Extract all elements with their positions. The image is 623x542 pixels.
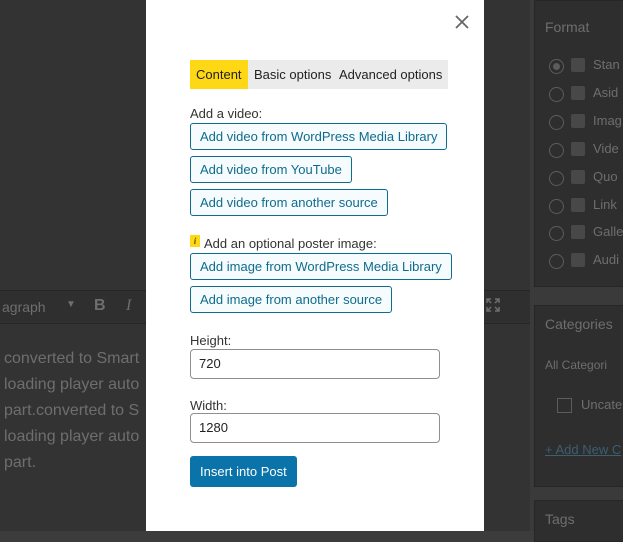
post-sidebar: Format Stan Asid Imag Vide Quo Link Gall… [530, 0, 623, 542]
insert-into-post-button[interactable]: Insert into Post [190, 456, 297, 487]
add-new-category-link: + Add New C [545, 442, 622, 457]
video-icon [571, 142, 585, 156]
format-option: Asid [549, 84, 623, 104]
close-icon[interactable] [452, 12, 472, 32]
editor-line: converted to Smart [4, 350, 140, 367]
chevron-down-icon: ▼ [66, 299, 76, 310]
editor-line: loading player auto [4, 376, 140, 393]
category-checkbox [557, 398, 572, 413]
editor-content: converted to Smart loading player auto p… [4, 346, 147, 476]
add-video-other-source-button[interactable]: Add video from another source [190, 189, 388, 216]
tab-content[interactable]: Content [190, 60, 248, 89]
editor-line: part. [4, 454, 37, 471]
radio-icon [549, 199, 564, 214]
add-image-media-library-button[interactable]: Add image from WordPress Media Library [190, 253, 452, 280]
category-item: Uncate [581, 397, 623, 412]
editor-line: part.converted to S [4, 402, 140, 419]
expand-icon [486, 298, 500, 315]
categories-panel-title: Categories [545, 316, 613, 332]
video-insert-modal: Content Basic options Advanced options A… [146, 0, 484, 531]
video-section-label: Add a video: [190, 106, 263, 121]
editor-line: loading player auto [4, 428, 140, 445]
radio-icon [549, 143, 564, 158]
add-video-youtube-button[interactable]: Add video from YouTube [190, 156, 352, 183]
add-image-other-source-button[interactable]: Add image from another source [190, 286, 393, 313]
add-video-media-library-button[interactable]: Add video from WordPress Media Library [190, 123, 448, 150]
height-label: Height: [190, 333, 232, 348]
format-option: Quo [549, 168, 623, 188]
format-option: Imag [549, 112, 623, 132]
audio-icon [571, 253, 585, 267]
info-icon[interactable]: i [190, 235, 200, 247]
categories-tab: All Categori [545, 358, 608, 372]
gallery-icon [571, 225, 585, 239]
aside-icon [571, 86, 585, 100]
bold-icon: B [94, 297, 106, 314]
radio-icon [549, 115, 564, 130]
pin-icon [571, 58, 585, 72]
radio-icon [549, 59, 564, 74]
format-option: Galle [549, 223, 623, 243]
radio-icon [549, 226, 564, 241]
poster-section-label: Add an optional poster image: [204, 236, 377, 251]
radio-icon [549, 171, 564, 186]
height-input[interactable]: 720 [190, 349, 440, 379]
format-option: Link [549, 196, 623, 216]
link-icon [571, 198, 585, 212]
tab-basic-options[interactable]: Basic options [248, 60, 338, 89]
tags-panel: Tags [534, 500, 623, 542]
width-input[interactable]: 1280 [190, 413, 440, 443]
format-option: Stan [549, 56, 623, 76]
tab-advanced-options[interactable]: Advanced options [333, 60, 449, 89]
image-icon [571, 114, 585, 128]
format-option: Vide [549, 140, 623, 160]
format-panel-title: Format [545, 19, 590, 35]
tags-panel-title: Tags [545, 511, 575, 527]
format-option: Audi [549, 251, 623, 271]
radio-icon [549, 87, 564, 102]
italic-icon: I [126, 297, 132, 314]
categories-panel: Categories All Categori Uncate + Add New… [534, 305, 623, 487]
width-label: Width: [190, 398, 227, 413]
radio-icon [549, 254, 564, 269]
format-panel: Format Stan Asid Imag Vide Quo Link Gall… [534, 0, 623, 287]
quote-icon [571, 170, 585, 184]
block-type-select: agraph [2, 299, 46, 315]
